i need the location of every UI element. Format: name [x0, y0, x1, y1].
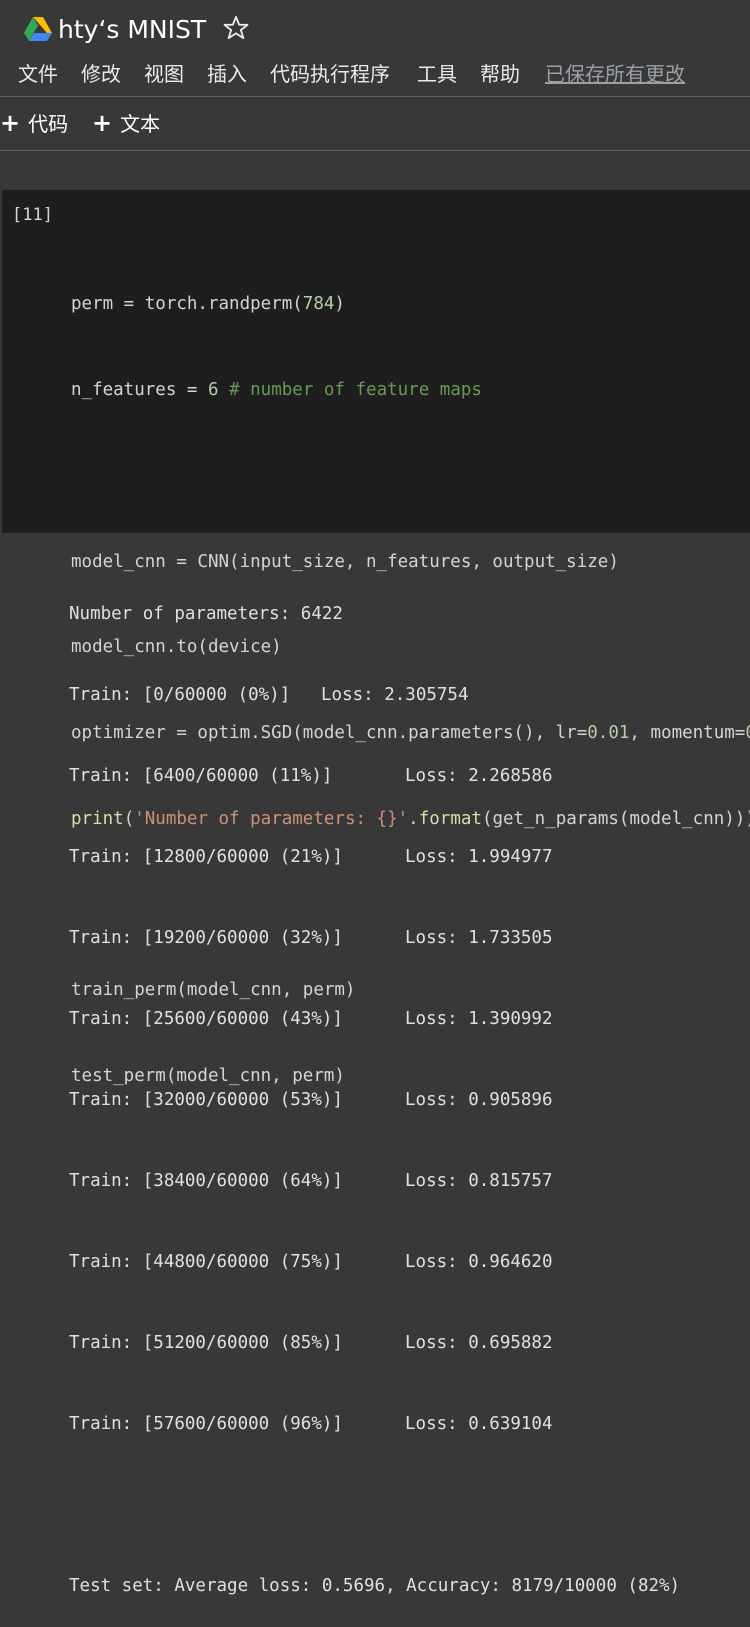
code-line: perm = torch.randperm(784) [71, 294, 345, 315]
output-line: Test set: Average loss: 0.5696, Accuracy… [69, 1576, 681, 1596]
output-line: Number of parameters: 6422 [69, 604, 343, 624]
menu-runtime[interactable]: 代码执行程序 [270, 58, 390, 90]
save-status-link[interactable]: 已保存所有更改 [545, 58, 685, 90]
output-line: Train: [6400/60000 (11%)] Loss: 2.268586 [69, 766, 553, 786]
add-code-button[interactable]: + 代码 [0, 108, 68, 138]
code-line-text: n_features = 6 # number of feature maps [71, 379, 482, 400]
google-drive-icon[interactable] [24, 17, 52, 41]
add-text-button[interactable]: + 文本 [92, 108, 160, 138]
notebook-title[interactable]: hty‘s MNIST [58, 14, 206, 46]
app-header: hty‘s MNIST 文件 修改 视图 插入 代码执行程序 工具 帮助 已保存… [0, 0, 750, 96]
menu-file[interactable]: 文件 [18, 58, 58, 90]
star-outline-icon[interactable] [222, 13, 250, 43]
execution-count: [11] [12, 205, 53, 225]
code-cell[interactable]: [11] perm = torch.randperm(784) n_featur… [2, 190, 750, 1086]
menu-help[interactable]: 帮助 [480, 58, 520, 90]
plus-icon: + [0, 109, 21, 137]
toolbar: + 代码 + 文本 [0, 97, 750, 150]
toolbar-divider [0, 150, 750, 151]
output-line: Train: [0/60000 (0%)] Loss: 2.305754 [69, 685, 469, 705]
output-line: Train: [38400/60000 (64%)] Loss: 0.815757 [69, 1171, 553, 1191]
output-line: Train: [51200/60000 (85%)] Loss: 0.695882 [69, 1333, 553, 1353]
cell-output: Number of parameters: 6422 Train: [0/600… [69, 547, 680, 1627]
output-line: Train: [32000/60000 (53%)] Loss: 0.905896 [69, 1090, 553, 1110]
output-line: Train: [25600/60000 (43%)] Loss: 1.390992 [69, 1009, 553, 1029]
output-line: Train: [12800/60000 (21%)] Loss: 1.994977 [69, 847, 553, 867]
menu-bar: 文件 修改 视图 插入 代码执行程序 工具 帮助 已保存所有更改 [0, 58, 750, 90]
menu-insert[interactable]: 插入 [207, 58, 247, 90]
menu-view[interactable]: 视图 [144, 58, 184, 90]
add-code-label: 代码 [28, 112, 69, 136]
menu-edit[interactable]: 修改 [81, 58, 121, 90]
add-text-label: 文本 [120, 112, 161, 136]
menu-tools[interactable]: 工具 [417, 58, 457, 90]
plus-icon: + [92, 109, 113, 137]
output-line: Train: [19200/60000 (32%)] Loss: 1.733505 [69, 928, 553, 948]
code-line: n_features = 6 # number of feature maps [71, 376, 750, 405]
output-line: Train: [57600/60000 (96%)] Loss: 0.639104 [69, 1414, 553, 1434]
output-line: Train: [44800/60000 (75%)] Loss: 0.964620 [69, 1252, 553, 1272]
